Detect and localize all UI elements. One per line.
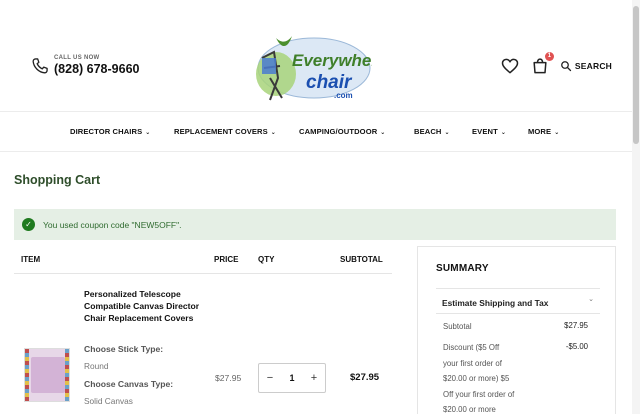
phone-icon [32,58,48,74]
chevron-down-icon: ⌄ [500,130,506,136]
search-icon[interactable] [560,60,572,72]
option-label-stick-type: Choose Stick Type: [84,344,164,354]
chevron-down-icon: ⌄ [145,130,151,136]
nav-item-label: CAMPING/OUTDOOR [299,127,378,136]
discount-label-line: $20.00 or more) $5 [443,374,510,383]
column-header-qty: QTY [258,255,275,264]
search-label[interactable]: SEARCH [575,61,612,71]
item-subtotal: $27.95 [350,372,380,383]
site-header: CALL US NOW (828) 678-9660 Everywhere ch… [0,0,632,112]
cart-count-badge: 1 [544,52,554,61]
check-circle-icon: ✓ [22,218,35,231]
page-title: Shopping Cart [14,173,101,187]
chevron-down-icon: ⌄ [270,130,276,136]
logo-text-chair: chair [306,72,353,93]
discount-label-line: Off your first order of [443,389,515,399]
quantity-stepper: − 1 + [258,363,326,393]
option-value-canvas-type: Solid Canvas [84,396,133,406]
header-actions: 1 SEARCH [500,52,612,76]
item-price: $27.95 [215,373,242,383]
page-scrollbar[interactable] [632,0,640,414]
column-header-price: PRICE [214,255,239,264]
nav-item-label: REPLACEMENT COVERS [174,127,268,136]
main-navigation: DIRECTOR CHAIRS ⌄ REPLACEMENT COVERS ⌄ CAM… [0,112,632,152]
summary-title: SUMMARY [436,263,489,274]
product-name-link[interactable]: Personalized Telescope Compatible Canvas… [84,288,202,324]
nav-item-label: DIRECTOR CHAIRS [70,127,143,136]
success-message: ✓ You used coupon code "NEW5OFF". [14,209,616,240]
call-us-block[interactable]: CALL US NOW (828) 678-9660 [30,55,139,77]
chevron-down-icon: ⌄ [380,130,386,136]
nav-item-more[interactable]: MORE ⌄ [528,127,559,136]
column-header-item: ITEM [21,255,41,264]
discount-label-line: Discount ($5 Off [443,343,500,352]
option-value-stick-type: Round [84,361,109,371]
nav-item-label: BEACH [414,127,442,136]
summary-discount-value: -$5.00 [565,342,588,351]
product-thumbnail[interactable] [24,348,70,402]
increase-qty-button[interactable]: + [309,372,319,384]
quantity-input[interactable]: 1 [289,373,294,383]
nav-item-director-chairs[interactable]: DIRECTOR CHAIRS ⌄ [70,127,150,136]
nav-item-replacement-covers[interactable]: REPLACEMENT COVERS ⌄ [174,127,276,136]
discount-label-line: your first order of [443,358,502,368]
column-header-subtotal: SUBTOTAL [340,255,383,264]
nav-item-label: MORE [528,127,552,136]
decrease-qty-button[interactable]: − [265,372,275,384]
site-logo[interactable]: Everywhere chair .com [248,28,372,106]
order-summary: SUMMARY Estimate Shipping and Tax ⌄ Subt… [417,246,616,414]
summary-subtotal-value: $27.95 [564,321,588,330]
chevron-down-icon: ⌄ [554,130,560,136]
chevron-down-icon: ⌄ [588,296,594,303]
summary-subtotal-label: Subtotal [443,322,472,331]
nav-item-label: EVENT [472,127,498,136]
message-text: You used coupon code "NEW5OFF". [43,219,182,230]
nav-item-beach[interactable]: BEACH ⌄ [414,127,450,136]
nav-item-event[interactable]: EVENT ⌄ [472,127,506,136]
wishlist-heart-icon[interactable] [500,56,520,76]
phone-number[interactable]: (828) 678-9660 [54,62,139,77]
summary-discount-label: Discount ($5 Off your first order of $20… [443,340,514,414]
estimate-shipping-label: Estimate Shipping and Tax [442,298,549,308]
option-label-canvas-type: Choose Canvas Type: [84,379,174,389]
logo-text-com: .com [334,91,353,100]
mini-cart-button[interactable]: 1 [530,52,554,76]
discount-label-line: $20.00 or more [443,405,496,414]
scrollbar-thumb[interactable] [633,6,639,144]
logo-text-everywhere: Everywhere [292,51,372,70]
nav-item-camping-outdoor[interactable]: CAMPING/OUTDOOR ⌄ [299,127,385,136]
call-us-label: CALL US NOW [54,55,100,61]
estimate-shipping-toggle[interactable]: Estimate Shipping and Tax ⌄ [436,288,600,314]
cart-table-header: ITEM PRICE QTY SUBTOTAL [14,247,392,274]
chevron-down-icon: ⌄ [444,130,450,136]
